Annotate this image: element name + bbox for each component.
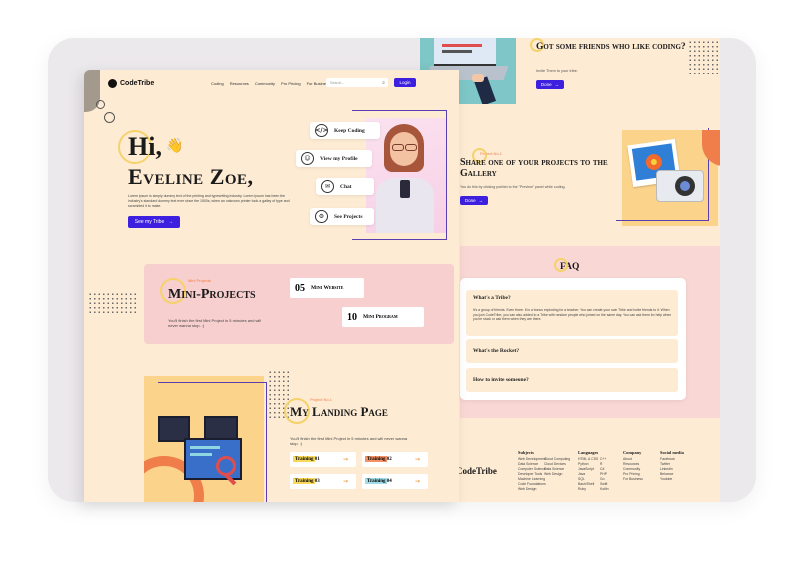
circle-decoration <box>554 258 568 272</box>
share-done-button[interactable]: Done → <box>460 196 488 205</box>
footer-link[interactable]: Ruby <box>578 487 598 492</box>
training-card[interactable]: Training 04 → <box>362 474 428 489</box>
arrow-right-icon: → <box>342 478 348 485</box>
training-card[interactable]: Training 03 → <box>290 474 356 489</box>
arrow-right-icon: → <box>342 456 348 463</box>
footer-col-languages-2: C++ R C# PHP Go Swift Kotlin <box>600 457 608 492</box>
friends-subtitle: Invite Them to your tribe. <box>536 69 578 73</box>
mini-eyebrow: Mini Projects <box>188 278 211 283</box>
footer-link[interactable]: Youtube <box>660 477 684 482</box>
faq-question: How to invite someone? <box>473 377 529 383</box>
back-page: Got some friends who like coding? Invite… <box>420 38 720 502</box>
friends-done-button[interactable]: Done → <box>536 80 564 89</box>
faq-answer: It's a group of friends. Even three. It … <box>473 308 672 322</box>
front-page: CodeTribe Coding Resources Community Pro… <box>84 70 459 502</box>
nav-item-coding[interactable]: Coding <box>211 81 224 86</box>
footer-link[interactable]: Kotlin <box>600 487 608 492</box>
search-icon[interactable]: ⌕ <box>382 80 385 86</box>
nav-item-pro-pricing[interactable]: Pro Pricing <box>281 81 301 86</box>
faq-item[interactable]: How to invite someone? <box>466 368 678 392</box>
code-icon: </> <box>315 124 328 137</box>
arrow-right-icon: → <box>414 456 420 463</box>
circle-decoration <box>104 112 115 123</box>
footer-link[interactable]: For Business <box>623 477 643 482</box>
landing-desc: You'll finish the first Mini Project in … <box>290 436 408 447</box>
mini-title: Mini-Projects <box>168 287 256 302</box>
footer-col-languages: Languages HTML & CSS Python JavaScript J… <box>578 450 599 492</box>
mini-website-card[interactable]: 05 Mini Website <box>290 278 364 298</box>
photo-frame <box>158 382 267 502</box>
login-button[interactable]: Login <box>394 78 416 87</box>
footer-col-company: Company About Resources Community Pro Pr… <box>623 450 643 482</box>
see-projects-card[interactable]: ⚙ See Projects <box>310 208 374 225</box>
nav-item-community[interactable]: Community <box>255 81 275 86</box>
hero-name: Eveline Zoe, <box>128 164 254 189</box>
share-subtitle: You do this by clicking publish to the "… <box>460 185 566 189</box>
mini-projects-section <box>144 264 454 344</box>
chat-icon: ✉ <box>321 180 334 193</box>
share-title: Share one of your projects to the Galler… <box>460 157 608 179</box>
keep-coding-card[interactable]: </> Keep Coding <box>310 122 380 139</box>
projects-icon: ⚙ <box>315 210 328 223</box>
training-card[interactable]: Training 01 → <box>290 452 356 467</box>
training-card[interactable]: Training 02 → <box>362 452 428 467</box>
arrow-right-icon: → <box>414 478 420 485</box>
chat-card[interactable]: ✉ Chat <box>316 178 374 195</box>
mini-program-card[interactable]: 10 Mini Program <box>342 307 424 327</box>
search-input[interactable]: Search... ⌕ <box>326 78 388 87</box>
faq-question: What's a Tribe? <box>473 295 511 301</box>
footer-link[interactable]: Web Design <box>544 472 570 477</box>
footer-logo: CodeTribe <box>456 466 497 476</box>
main-nav: Coding Resources Community Pro Pricing F… <box>211 81 336 86</box>
brand-logo[interactable]: CodeTribe <box>108 79 154 88</box>
user-icon: ☺ <box>301 152 314 165</box>
wave-emoji: 👋 <box>166 138 184 154</box>
footer-col-social: Social media Facebook Twitter Linkedin B… <box>660 450 684 482</box>
camera-illustration <box>616 128 720 226</box>
see-my-tribe-button[interactable]: See my Tribe → <box>128 216 180 228</box>
faq-question: What's the Rocket? <box>473 348 520 354</box>
view-profile-card[interactable]: ☺ View my Profile <box>296 150 372 167</box>
faq-item[interactable]: What's the Rocket? <box>466 339 678 363</box>
circle-decoration <box>96 100 105 109</box>
nav-item-resources[interactable]: Resources <box>230 81 249 86</box>
friends-title: Got some friends who like coding? <box>536 42 686 52</box>
footer-col-subjects-2: Cloud Computing Cloud Devices Data Scien… <box>544 457 570 477</box>
footer-col-subjects: Subjects Web Development Data Science Co… <box>518 450 546 492</box>
landing-eyebrow: Project No.1 <box>310 397 333 402</box>
dots-decoration <box>88 292 136 314</box>
landing-title: My Landing Page <box>290 404 388 419</box>
faq-item[interactable]: What's a Tribe? It's a group of friends.… <box>466 290 678 336</box>
hero-greeting: Hi, <box>128 132 162 161</box>
footer-link[interactable]: Web Design <box>518 487 546 492</box>
mini-desc: You'll finish the first Mini Project in … <box>168 318 262 329</box>
hero-body: Lorem ipsum is simply dummy text of the … <box>128 194 290 208</box>
